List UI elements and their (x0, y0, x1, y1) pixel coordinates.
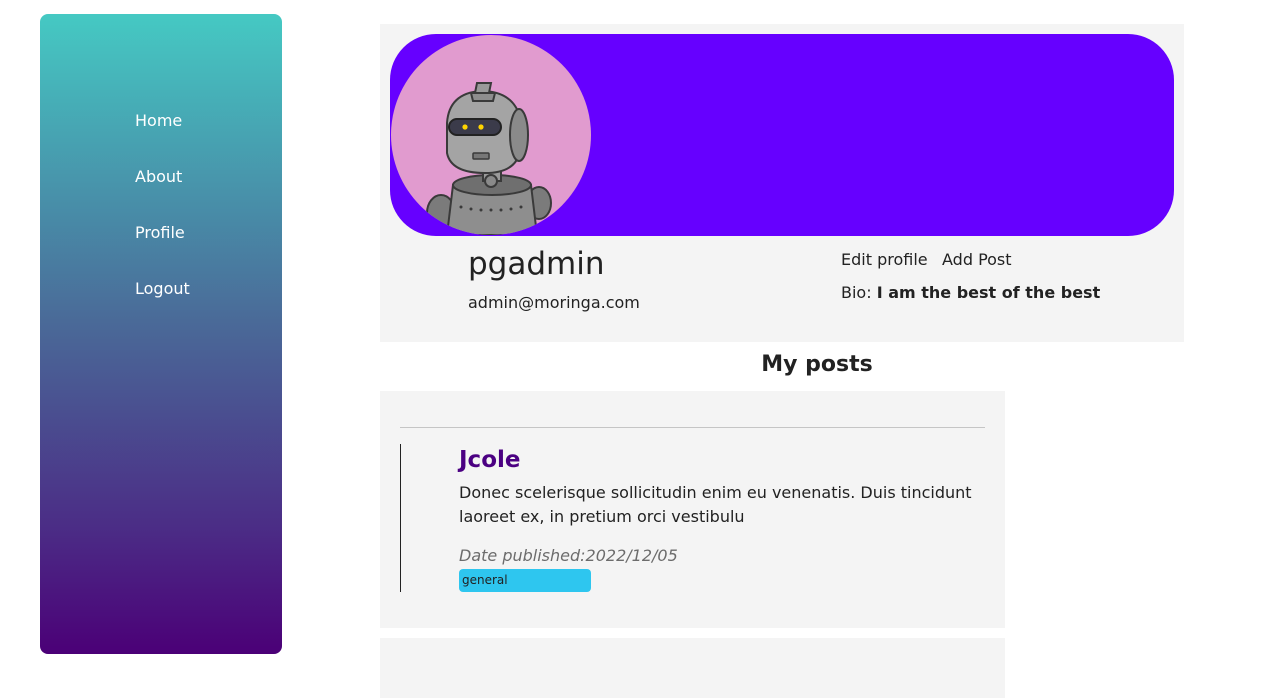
profile-email: admin@moringa.com (468, 293, 640, 312)
post-date: Date published:2022/12/05 (459, 546, 678, 565)
bio-label: Bio: (841, 283, 877, 302)
post-blockquote-rule (400, 444, 401, 592)
nav-home-link[interactable]: Home (135, 111, 182, 131)
edit-profile-link[interactable]: Edit profile (841, 250, 928, 269)
robot-avatar-image (426, 82, 552, 235)
profile-card: pgadmin admin@moringa.com Edit profile A… (380, 24, 1184, 342)
add-post-link[interactable]: Add Post (942, 250, 1012, 269)
profile-username: pgadmin (468, 246, 605, 282)
my-posts-heading: My posts (761, 352, 873, 377)
post-title[interactable]: Jcole (459, 447, 520, 473)
nav-logout-link[interactable]: Logout (135, 279, 190, 299)
avatar (391, 35, 591, 235)
post-divider (400, 427, 985, 428)
post-card: Jcole Donec scelerisque sollicitudin eni… (380, 391, 1005, 628)
post-card (380, 638, 1005, 698)
sidebar: Home About Profile Logout (40, 14, 282, 654)
profile-banner (390, 34, 1174, 236)
post-body: Donec scelerisque sollicitudin enim eu v… (459, 483, 972, 526)
post-tag-badge[interactable]: general (459, 569, 591, 592)
bio-text: I am the best of the best (876, 283, 1101, 302)
profile-bio: Bio: I am the best of the best (841, 283, 1100, 302)
nav-profile-link[interactable]: Profile (135, 223, 185, 243)
nav-about-link[interactable]: About (135, 167, 182, 187)
